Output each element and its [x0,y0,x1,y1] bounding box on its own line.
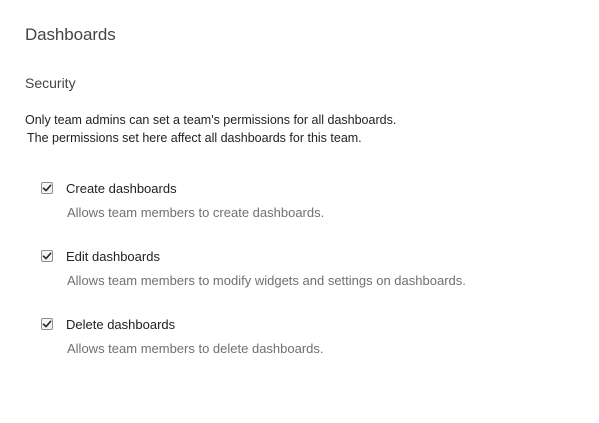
permission-row: Create dashboards [41,180,581,196]
checkmark-icon [42,252,52,260]
create-dashboards-checkbox[interactable] [41,182,53,194]
edit-dashboards-description: Allows team members to modify widgets an… [67,273,466,288]
create-dashboards-description: Allows team members to create dashboards… [67,205,325,220]
delete-dashboards-description: Allows team members to delete dashboards… [67,341,324,356]
edit-dashboards-label[interactable]: Edit dashboards [66,249,160,264]
create-dashboards-label[interactable]: Create dashboards [66,181,177,196]
checkmark-icon [42,320,52,328]
delete-dashboards-checkbox[interactable] [41,318,53,330]
section-title: Security [25,75,76,91]
security-description-line-1: Only team admins can set a team's permis… [25,113,397,127]
permission-create: Create dashboards Allows team members to… [41,180,581,220]
permission-delete: Delete dashboards Allows team members to… [41,316,581,356]
checkmark-icon [42,184,52,192]
page-title: Dashboards [25,25,116,44]
security-description: Only team admins can set a team's permis… [25,111,396,147]
permission-edit: Edit dashboards Allows team members to m… [41,248,581,288]
permission-row: Edit dashboards [41,248,581,264]
edit-dashboards-checkbox[interactable] [41,250,53,262]
security-description-line-2: The permissions set here affect all dash… [27,131,362,145]
permission-row: Delete dashboards [41,316,581,332]
delete-dashboards-label[interactable]: Delete dashboards [66,317,175,332]
